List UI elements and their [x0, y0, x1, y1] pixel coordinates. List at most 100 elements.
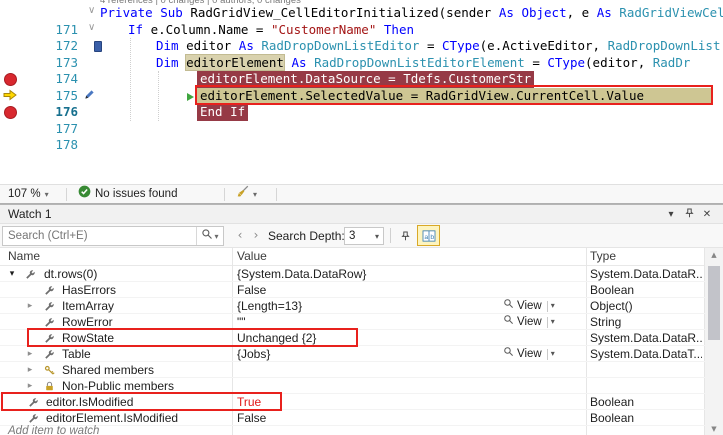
watch-value-changed[interactable]: True: [237, 394, 502, 410]
watch-type: Boolean: [590, 395, 635, 409]
view-visualizer-control[interactable]: View ▾: [503, 346, 580, 362]
code-line[interactable]: 178: [0, 121, 723, 152]
column-header-value[interactable]: Value: [237, 248, 267, 265]
watch-value[interactable]: False: [237, 282, 502, 298]
watch-row[interactable]: RowError "" View ▾ String: [0, 314, 705, 330]
code-token: Private Sub: [100, 5, 191, 20]
code-cleanup-broom-icon: [236, 185, 249, 205]
watch-row[interactable]: editor.IsModified True Boolean: [0, 394, 705, 410]
watch-name[interactable]: Non-Public members: [62, 378, 174, 394]
code-token: Then: [383, 21, 414, 37]
code-token: editor: [186, 38, 239, 53]
watch-value[interactable]: {Jobs}: [237, 346, 502, 362]
pin-values-button[interactable]: [395, 226, 415, 246]
watch-name[interactable]: ItemArray: [62, 298, 114, 314]
column-header-type[interactable]: Type: [590, 248, 616, 265]
code-token: As: [238, 38, 262, 53]
expander-collapsed-icon[interactable]: ▸: [24, 362, 36, 378]
separator: [546, 316, 548, 328]
scroll-up-icon[interactable]: ▲: [705, 249, 723, 261]
wrench-icon: [28, 412, 40, 424]
code-line-breakpoint[interactable]: 177 End If: [0, 104, 723, 136]
document-health-indicator[interactable]: No issues found: [78, 185, 177, 204]
outline-collapse-icon[interactable]: ∨: [88, 20, 95, 37]
view-label: View: [517, 316, 542, 328]
code-editor[interactable]: 4 references | 0 changes | 0 authors, 0 …: [0, 0, 723, 184]
code-line[interactable]: 172 ∨ If e.Column.Name = "CustomerName" …: [0, 20, 723, 54]
window-position-chevron-icon[interactable]: ▾: [663, 207, 679, 223]
watch-type: Boolean: [590, 411, 635, 425]
watch-name[interactable]: Table: [62, 346, 91, 362]
code-line[interactable]: 171 ∨ Private Sub RadGridView_CellEditor…: [0, 3, 723, 37]
key-icon: [44, 364, 56, 376]
watch-value[interactable]: {System.Data.DataRow}: [237, 266, 502, 282]
scroll-down-icon[interactable]: ▼: [705, 423, 723, 435]
watch-type: String: [590, 315, 622, 329]
view-label: View: [517, 348, 542, 360]
watch-name[interactable]: editor.IsModified: [46, 394, 133, 410]
expander-collapsed-icon[interactable]: ▸: [24, 298, 36, 314]
search-dropdown[interactable]: ▾: [196, 227, 223, 245]
search-box[interactable]: ▾: [2, 226, 224, 246]
expander-collapsed-icon[interactable]: ▸: [24, 378, 36, 394]
wrench-icon: [44, 332, 56, 344]
watch-value[interactable]: Unchanged {2}: [237, 330, 502, 346]
view-label: View: [517, 300, 542, 312]
zoom-control[interactable]: 107 % ▾: [8, 185, 49, 204]
watch-name[interactable]: dt.rows(0): [44, 266, 97, 282]
code-line[interactable]: 174 Dim editorElement As RadDropDownList…: [0, 53, 723, 86]
search-next-icon[interactable]: ›: [249, 226, 263, 246]
separator: [390, 228, 391, 243]
watch-row[interactable]: RowState Unchanged {2} System.Data.DataR…: [0, 330, 705, 346]
add-item-to-watch[interactable]: Add item to watch: [8, 425, 99, 435]
separator: [66, 188, 67, 201]
view-visualizer-control[interactable]: View ▾: [503, 314, 580, 330]
expander-expanded-icon[interactable]: ▾: [6, 266, 18, 282]
watch-value[interactable]: {Length=13}: [237, 298, 502, 314]
close-icon[interactable]: ✕: [699, 207, 715, 223]
separator: [276, 188, 277, 201]
watch-name[interactable]: HasErrors: [62, 282, 116, 298]
watch-name[interactable]: editorElement.IsModified: [46, 410, 178, 426]
outline-collapse-icon[interactable]: ∨: [88, 3, 95, 20]
watch-grid-header[interactable]: Name Value Type: [0, 248, 723, 266]
wrench-icon: [44, 300, 56, 312]
search-input[interactable]: [3, 230, 196, 242]
watch-row[interactable]: ▸ Shared members: [0, 362, 705, 378]
scrollbar-thumb[interactable]: [708, 266, 720, 340]
code-line-breakpoint[interactable]: 175 editorElement.DataSource = Tdefs.Cus…: [0, 71, 723, 103]
watch-toolbar: ▾ ‹ › Search Depth: 3 ▾ ab: [0, 224, 723, 248]
watch-row[interactable]: ▸ ItemArray {Length=13} View ▾ Object(): [0, 298, 705, 314]
watch-name[interactable]: RowState: [62, 330, 114, 346]
watch-row[interactable]: ▸ Non-Public members: [0, 378, 705, 394]
watch-row[interactable]: ▸ Table {Jobs} View ▾ System.Data.DataT.…: [0, 346, 705, 362]
watch-row[interactable]: HasErrors False Boolean: [0, 282, 705, 298]
watch-row[interactable]: editorElement.IsModified False Boolean: [0, 410, 705, 426]
code-line[interactable]: 173 Dim editor As RadDropDownListEditor …: [0, 38, 723, 70]
watch-row[interactable]: ▾ dt.rows(0) {System.Data.DataRow} Syste…: [0, 266, 705, 282]
watch-title-bar[interactable]: Watch 1 ▾ ✕: [0, 204, 723, 224]
watch-name[interactable]: Shared members: [62, 362, 154, 378]
watch-value[interactable]: False: [237, 410, 502, 426]
lock-icon: [44, 380, 56, 392]
visual-studio-debug-screen: 4 references | 0 changes | 0 authors, 0 …: [0, 0, 723, 435]
code-line-current[interactable]: 176 editorElement.SelectedValue = RadGri…: [0, 87, 723, 119]
watch-name[interactable]: RowError: [62, 314, 113, 330]
view-visualizer-control[interactable]: View ▾: [503, 298, 580, 314]
separator: [546, 300, 548, 312]
watch-value[interactable]: "": [237, 314, 502, 330]
code-token: As: [596, 5, 620, 20]
chevron-down-icon: ▾: [44, 190, 49, 199]
chevron-down-icon: ▾: [253, 190, 258, 199]
search-prev-icon[interactable]: ‹: [233, 226, 247, 246]
wrench-icon: [28, 396, 40, 408]
code-token: If: [128, 21, 151, 37]
pin-icon[interactable]: [681, 207, 697, 223]
column-header-name[interactable]: Name: [8, 248, 40, 265]
search-depth-select[interactable]: 3 ▾: [344, 227, 384, 245]
text-format-toggle-button[interactable]: ab: [417, 225, 440, 246]
chevron-down-icon: ▾: [550, 301, 555, 310]
expander-collapsed-icon[interactable]: ▸: [24, 346, 36, 362]
code-cleanup-button[interactable]: ▾: [236, 185, 257, 204]
